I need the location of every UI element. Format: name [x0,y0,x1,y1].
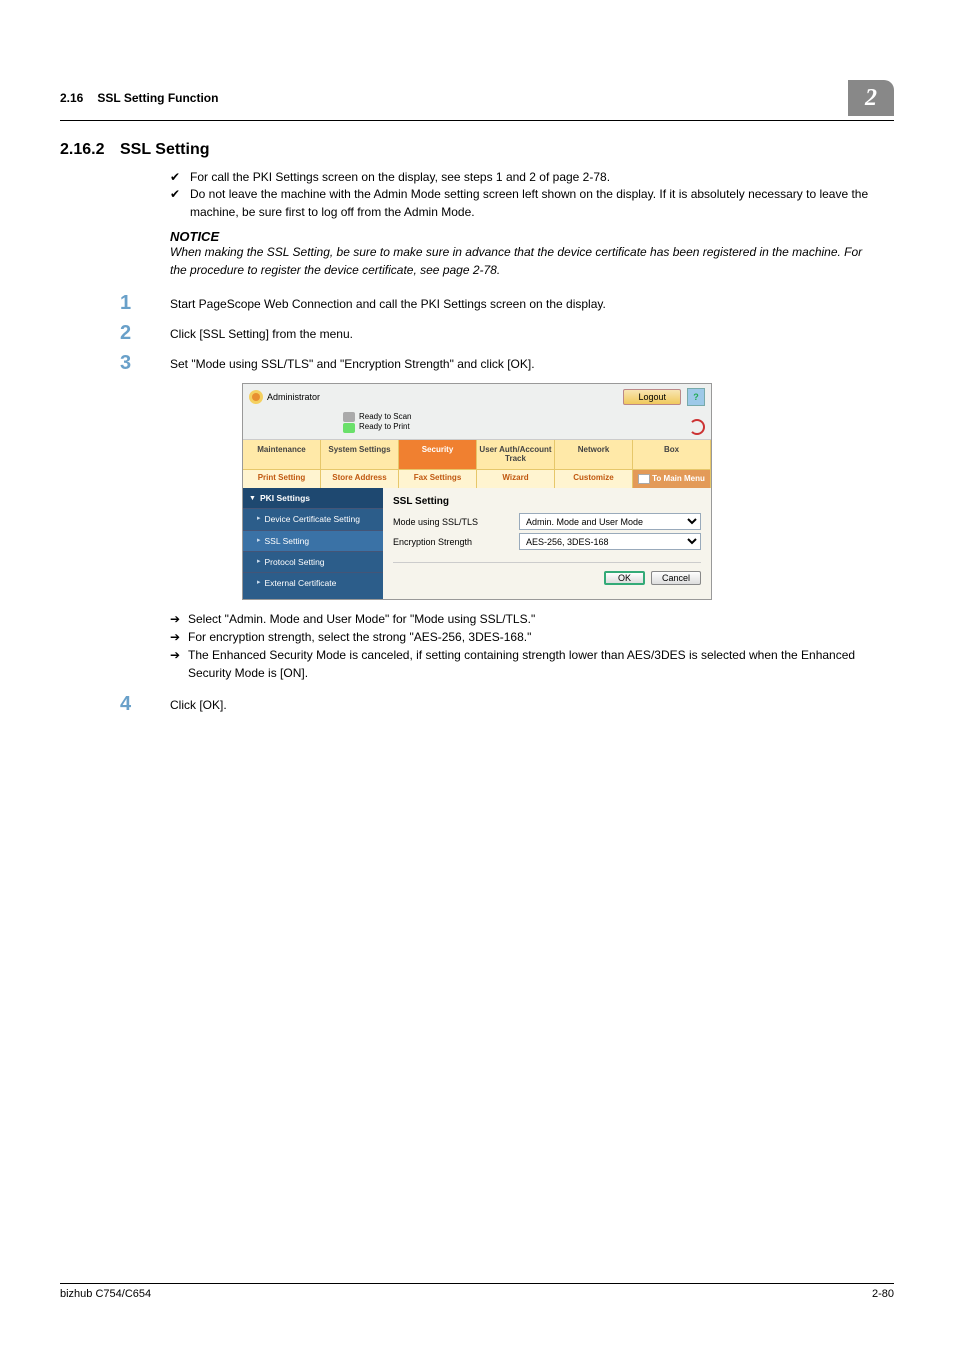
tab-security[interactable]: Security [399,440,477,470]
notice-text: When making the SSL Setting, be sure to … [170,244,874,279]
side-item-device-certificate[interactable]: Device Certificate Setting [243,508,383,529]
refresh-icon[interactable] [689,419,705,435]
subtab-print-setting[interactable]: Print Setting [243,470,321,488]
side-header-pki-settings[interactable]: PKI Settings [243,488,383,508]
subtab-fax-settings[interactable]: Fax Settings [399,470,477,488]
select-encryption-strength[interactable]: AES-256, 3DES-168 [519,533,701,550]
step-text-2: Click [SSL Setting] from the menu. [170,323,874,343]
arrow-note: The Enhanced Security Mode is canceled, … [170,646,874,682]
header-title: SSL Setting Function [97,91,218,105]
tab-system-settings[interactable]: System Settings [321,440,399,470]
select-mode-ssl-tls[interactable]: Admin. Mode and User Mode [519,513,701,530]
side-item-external-certificate[interactable]: External Certificate [243,572,383,593]
tab-maintenance[interactable]: Maintenance [243,440,321,470]
print-icon [343,423,355,433]
subtab-wizard[interactable]: Wizard [477,470,555,488]
side-header-label: PKI Settings [260,493,310,503]
header-section-number: 2.16 [60,91,83,105]
status-print: Ready to Print [359,422,410,432]
tab-box[interactable]: Box [633,440,711,470]
step-text-3: Set "Mode using SSL/TLS" and "Encryption… [170,353,874,373]
checkmark-item: For call the PKI Settings screen on the … [170,169,874,186]
subtab-store-address[interactable]: Store Address [321,470,399,488]
scan-icon [343,412,355,422]
arrow-note: For encryption strength, select the stro… [170,628,874,646]
notice-label: NOTICE [170,229,894,244]
to-main-label: To Main Menu [652,475,705,484]
cancel-button[interactable]: Cancel [651,571,701,585]
subtab-to-main-menu[interactable]: To Main Menu [633,470,711,488]
step-number-2: 2 [120,323,170,343]
step-number-4: 4 [120,694,170,714]
status-scan: Ready to Scan [359,412,411,422]
side-item-label: Protocol Setting [265,557,325,567]
step-text-4: Click [OK]. [170,694,874,714]
side-item-ssl-setting[interactable]: SSL Setting [243,530,383,551]
panel-title: SSL Setting [393,496,701,507]
side-item-protocol-setting[interactable]: Protocol Setting [243,551,383,572]
chapter-badge: 2 [848,80,894,116]
side-item-label: Device Certificate Setting [265,514,360,524]
heading-number: 2.16.2 [60,141,120,159]
label-encryption-strength: Encryption Strength [393,537,511,547]
side-item-label: SSL Setting [265,536,310,546]
arrow-note: Select "Admin. Mode and User Mode" for "… [170,610,874,628]
step-text-1: Start PageScope Web Connection and call … [170,293,874,313]
window-icon [638,474,650,484]
checkmark-item: Do not leave the machine with the Admin … [170,186,874,221]
tab-network[interactable]: Network [555,440,633,470]
heading-title: SSL Setting [120,141,210,159]
logout-button[interactable]: Logout [623,389,681,405]
step-number-3: 3 [120,353,170,373]
administrator-label: Administrator [267,392,320,402]
step-number-1: 1 [120,293,170,313]
subtab-customize[interactable]: Customize [555,470,633,488]
tab-user-auth[interactable]: User Auth/Account Track [477,440,555,470]
footer-page-number: 2-80 [872,1288,894,1300]
help-button[interactable]: ? [687,388,705,406]
ok-button[interactable]: OK [604,571,645,585]
administrator-icon [249,390,263,404]
side-item-label: External Certificate [265,578,337,588]
label-mode-ssl-tls: Mode using SSL/TLS [393,517,511,527]
footer-model: bizhub C754/C654 [60,1288,151,1300]
screenshot-panel: Administrator Logout ? Ready to Scan Rea… [242,383,712,600]
